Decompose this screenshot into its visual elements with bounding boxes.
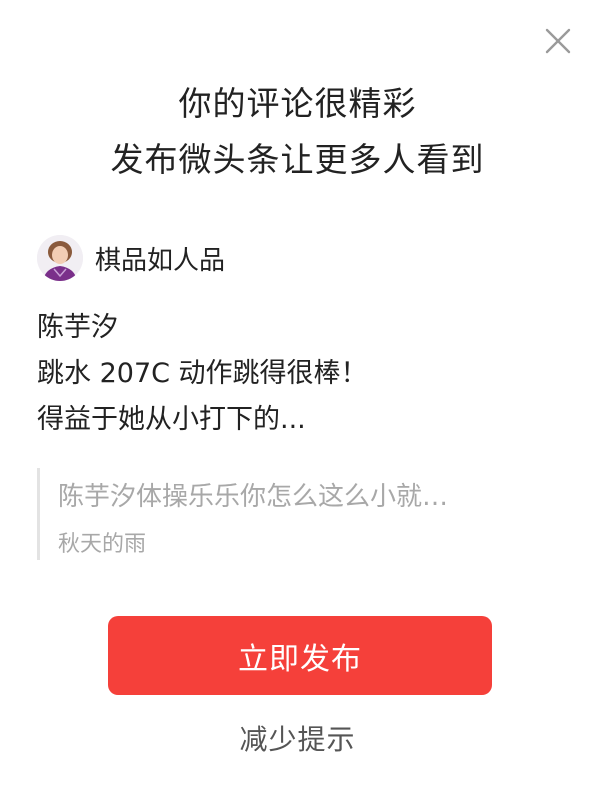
post-content: 陈芋汐 跳水 207C 动作跳得很棒！ 得益于她从小打下的... xyxy=(37,305,557,443)
post-line-1: 陈芋汐 xyxy=(37,312,118,343)
close-button[interactable] xyxy=(543,26,573,56)
quoted-comment-text: 陈芋汐体操乐乐你怎么这么小就… xyxy=(58,482,449,512)
author-row: 棋品如人品 xyxy=(37,234,225,282)
headline-line-1: 你的评论很精彩 xyxy=(178,84,417,123)
publish-prompt-dialog: 你的评论很精彩 发布微头条让更多人看到 棋品如人品 陈芋汐 跳水 207C 动作… xyxy=(0,0,595,807)
post-line-3: 得益于她从小打下的... xyxy=(37,404,306,435)
post-line-2: 跳水 207C 动作跳得很棒！ xyxy=(37,358,368,389)
close-icon[interactable] xyxy=(543,26,573,56)
avatar xyxy=(37,235,83,281)
quoted-comment-author: 秋天的雨 xyxy=(58,532,147,557)
quoted-comment: 陈芋汐体操乐乐你怎么这么小就… 秋天的雨 xyxy=(37,468,560,560)
reduce-prompts-link[interactable]: 减少提示 xyxy=(0,718,595,758)
publish-now-button[interactable]: 立即发布 xyxy=(108,616,492,695)
headline-line-2: 发布微头条让更多人看到 xyxy=(110,140,485,179)
author-name: 棋品如人品 xyxy=(95,245,226,276)
